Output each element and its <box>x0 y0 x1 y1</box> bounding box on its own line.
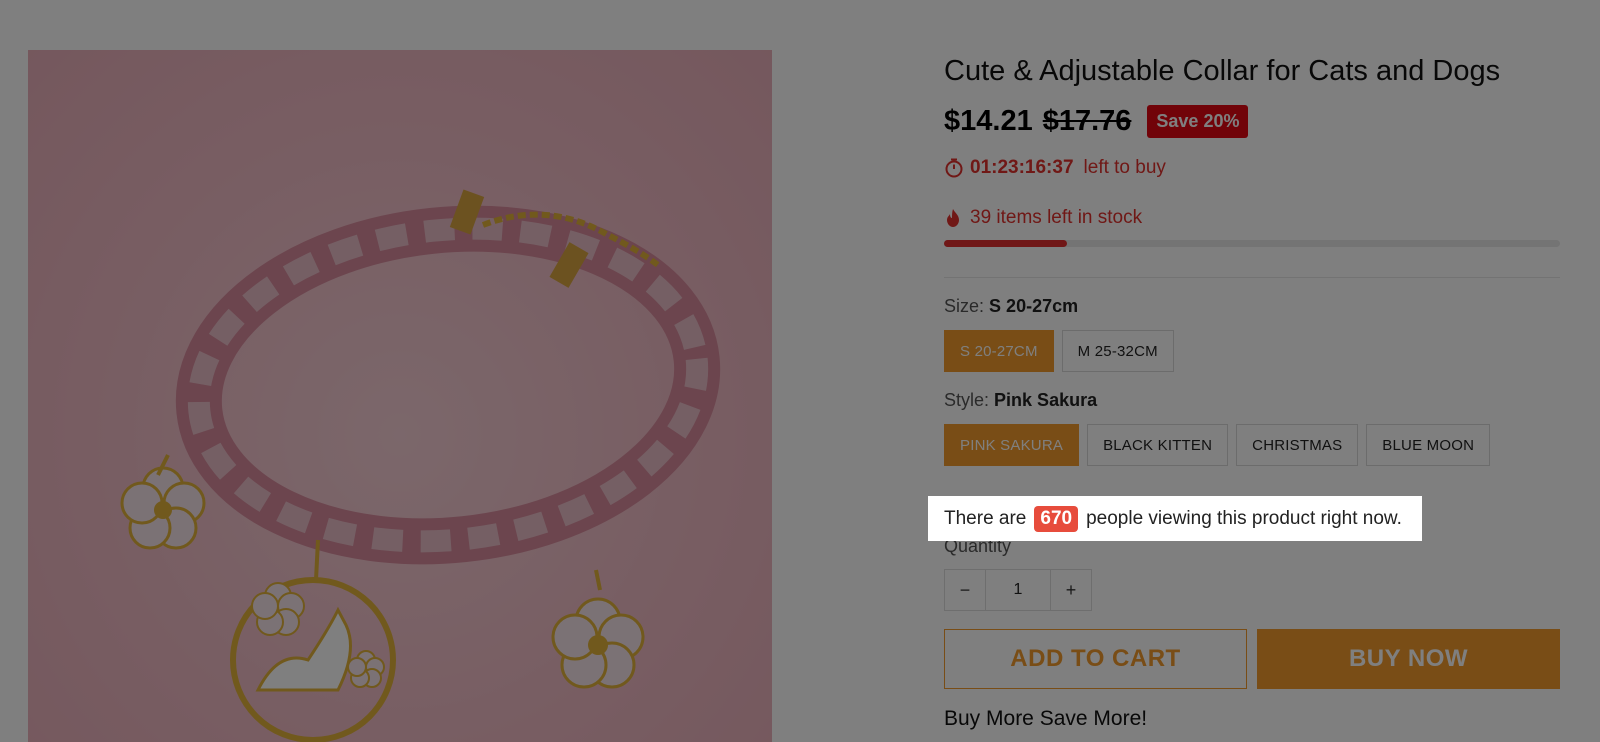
viewers-notice: There are 670 people viewing this produc… <box>928 496 1422 541</box>
viewers-prefix: There are <box>944 507 1027 529</box>
dim-overlay <box>0 0 1600 742</box>
viewers-suffix: people viewing this product right now. <box>1086 507 1402 529</box>
viewer-count-badge: 670 <box>1034 505 1079 532</box>
